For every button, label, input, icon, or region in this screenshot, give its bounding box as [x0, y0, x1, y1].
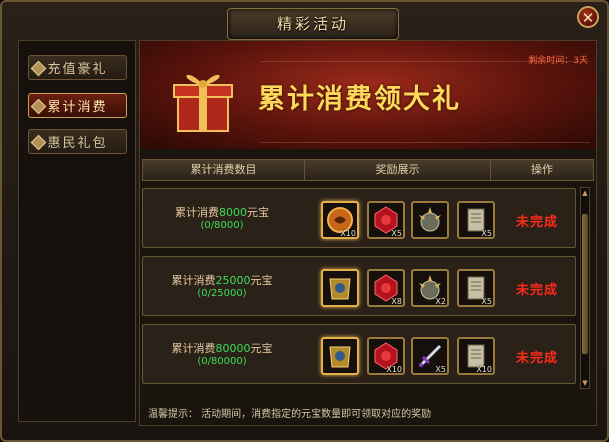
nav-item-label: 累计消费 [47, 100, 108, 115]
spend-suffix: 元宝 [247, 206, 269, 219]
reward-slot[interactable]: X5 [367, 201, 405, 239]
scroll-up-icon[interactable]: ▲ [581, 189, 589, 197]
scroll-thumb[interactable] [582, 214, 588, 354]
reward-slot[interactable]: X5 [457, 269, 495, 307]
spend-amount: 8000 [219, 206, 247, 219]
status-incomplete: 未完成 [515, 351, 558, 366]
scrollbar[interactable]: ▲ ▼ [580, 187, 590, 389]
table-row: 累计消费8000元宝 (0/8000) X10 X5 X5 未完成 [142, 188, 576, 248]
spend-target: 累计消费8000元宝 [147, 204, 297, 220]
nav-item-label: 充值豪礼 [47, 62, 108, 77]
status-incomplete: 未完成 [515, 283, 558, 298]
nav-item-cumulative-spend[interactable]: 累计消费 [28, 93, 127, 118]
scroll-down-icon[interactable]: ▼ [581, 379, 589, 387]
spend-prefix: 累计消费 [175, 206, 219, 219]
spend-amount: 25000 [215, 274, 251, 287]
spend-prefix: 累计消费 [171, 342, 216, 355]
reward-qty: X5 [481, 229, 492, 238]
column-header-rewards: 奖励展示 [305, 160, 491, 180]
spend-suffix: 元宝 [250, 342, 273, 355]
golden-armor-icon [329, 346, 351, 368]
spend-target: 累计消费80000元宝 [147, 340, 297, 356]
reward-qty: X10 [386, 365, 402, 374]
reward-slot[interactable]: X10 [321, 201, 359, 239]
reward-slot[interactable]: X8 [367, 269, 405, 307]
reward-slot[interactable] [321, 269, 359, 307]
diamond-icon [30, 134, 47, 151]
banner-title: 累计消费领大礼 [258, 84, 461, 115]
spend-amount: 80000 [215, 342, 251, 355]
event-window: 精彩活动 ✕ 充值豪礼 累计消费 惠民礼包 累计消费领大礼 剩余时间：3天 累计… [0, 0, 609, 442]
column-header-spend: 累计消费数目 [143, 160, 305, 180]
golden-armor-icon [329, 278, 351, 300]
window-title: 精彩活动 [276, 15, 349, 33]
sidebar-nav: 充值豪礼 累计消费 惠民礼包 [18, 40, 136, 422]
nav-item-recharge-gift[interactable]: 充值豪礼 [28, 55, 127, 80]
event-banner: 累计消费领大礼 剩余时间：3天 [140, 41, 596, 149]
spiked-orb-icon [419, 207, 441, 232]
remaining-time: 剩余时间：3天 [528, 56, 588, 66]
nav-item-benefit-pack[interactable]: 惠民礼包 [28, 129, 127, 154]
spend-progress: (0/25000) [197, 288, 247, 299]
status-incomplete: 未完成 [515, 215, 558, 230]
reward-slot[interactable]: X2 [411, 269, 449, 307]
reward-slot[interactable]: X5 [457, 201, 495, 239]
reward-qty: X10 [340, 229, 356, 238]
close-button[interactable]: ✕ [577, 6, 599, 28]
table-header: 累计消费数目 奖励展示 操作 [142, 159, 594, 181]
reward-qty: X5 [481, 297, 492, 306]
title-bar: 精彩活动 [227, 8, 399, 40]
column-header-action: 操作 [531, 163, 553, 176]
spend-progress: (0/80000) [197, 356, 247, 367]
tip-text: 温馨提示： 活动期间，消费指定的元宝数量即可领取对应的奖励 [148, 409, 432, 420]
diamond-icon [30, 98, 47, 115]
reward-qty: X10 [476, 365, 492, 374]
reward-slot[interactable]: X10 [367, 337, 405, 375]
reward-slot[interactable]: X10 [457, 337, 495, 375]
table-row: 累计消费25000元宝 (0/25000) X8 X2 X5 未完成 [142, 256, 576, 316]
table-row: 累计消费80000元宝 (0/80000) X10 X5 X10 未完成 [142, 324, 576, 384]
spend-progress: (0/8000) [200, 220, 244, 231]
reward-slot[interactable]: X5 [411, 337, 449, 375]
diamond-icon [30, 60, 47, 77]
spend-target: 累计消费25000元宝 [147, 272, 297, 288]
spend-suffix: 元宝 [250, 274, 273, 287]
gift-box-icon [173, 74, 233, 132]
reward-qty: X5 [435, 365, 446, 374]
main-panel: 累计消费领大礼 剩余时间：3天 累计消费数目 奖励展示 操作 累计消费8000元… [139, 40, 597, 426]
reward-slot[interactable] [411, 201, 449, 239]
reward-qty: X2 [435, 297, 446, 306]
reward-qty: X5 [391, 229, 402, 238]
nav-item-label: 惠民礼包 [47, 136, 108, 151]
spend-prefix: 累计消费 [171, 274, 216, 287]
reward-slot[interactable] [321, 337, 359, 375]
close-icon: ✕ [581, 9, 595, 27]
reward-qty: X8 [391, 297, 402, 306]
